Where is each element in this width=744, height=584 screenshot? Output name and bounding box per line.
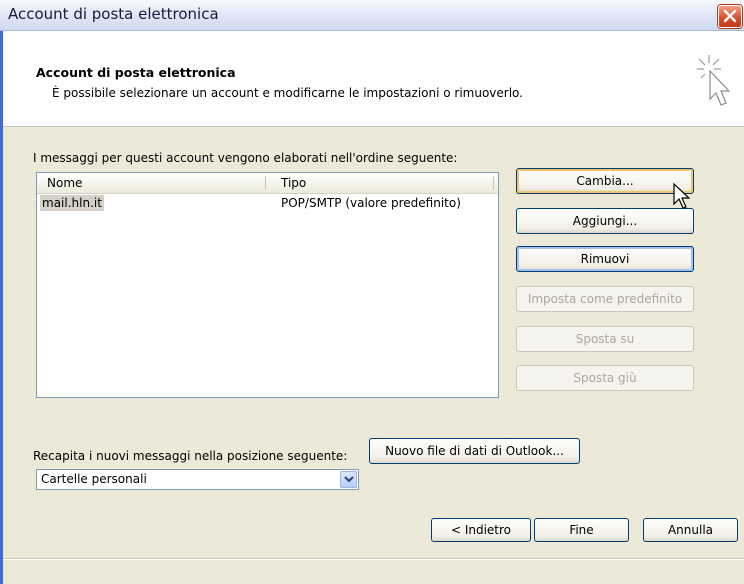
wizard-header: Account di posta elettronica È possibile…: [3, 31, 744, 127]
dropdown-arrow[interactable]: [340, 471, 357, 488]
footer-divider: [3, 558, 744, 560]
account-name: mail.hln.it: [40, 195, 104, 211]
set-default-button[interactable]: Imposta come predefinito: [516, 286, 694, 312]
header-title: Account di posta elettronica: [36, 65, 236, 80]
remove-button[interactable]: Rimuovi: [516, 246, 694, 272]
cancel-button[interactable]: Annulla: [643, 518, 738, 542]
title-bar: Account di posta elettronica: [0, 0, 744, 31]
wizard-cursor-icon: [697, 55, 731, 106]
delivery-location-select[interactable]: Cartelle personali: [36, 469, 359, 490]
move-up-button[interactable]: Sposta su: [516, 326, 694, 352]
accounts-list[interactable]: Nome Tipo mail.hln.it POP/SMTP (valore p…: [36, 172, 499, 398]
account-type: POP/SMTP (valore predefinito): [281, 196, 461, 210]
table-row[interactable]: mail.hln.it POP/SMTP (valore predefinito…: [37, 195, 498, 213]
mouse-pointer-icon: [673, 182, 691, 209]
change-button[interactable]: Cambia...: [516, 168, 694, 194]
header-subtitle: È possibile selezionare un account e mod…: [52, 86, 523, 100]
delivery-caption: Recapita i nuovi messaggi nella posizion…: [33, 449, 348, 463]
close-icon: [723, 9, 737, 23]
move-down-button[interactable]: Sposta giù: [516, 365, 694, 391]
column-header-type[interactable]: Tipo: [281, 176, 306, 190]
window-title: Account di posta elettronica: [8, 5, 219, 23]
column-separator[interactable]: [493, 176, 494, 190]
chevron-down-icon: [344, 476, 354, 483]
delivery-location-value: Cartelle personali: [41, 472, 147, 486]
column-separator[interactable]: [265, 176, 266, 190]
back-button[interactable]: < Indietro: [431, 518, 531, 542]
column-header-name[interactable]: Nome: [47, 176, 82, 190]
list-header: Nome Tipo: [37, 173, 498, 194]
close-button[interactable]: [718, 5, 742, 28]
add-button[interactable]: Aggiungi...: [516, 208, 694, 234]
dialog-body: Account di posta elettronica È possibile…: [0, 31, 744, 584]
finish-button[interactable]: Fine: [534, 518, 629, 542]
new-outlook-data-file-button[interactable]: Nuovo file di dati di Outlook...: [369, 438, 580, 464]
accounts-caption: I messaggi per questi account vengono el…: [33, 151, 458, 165]
